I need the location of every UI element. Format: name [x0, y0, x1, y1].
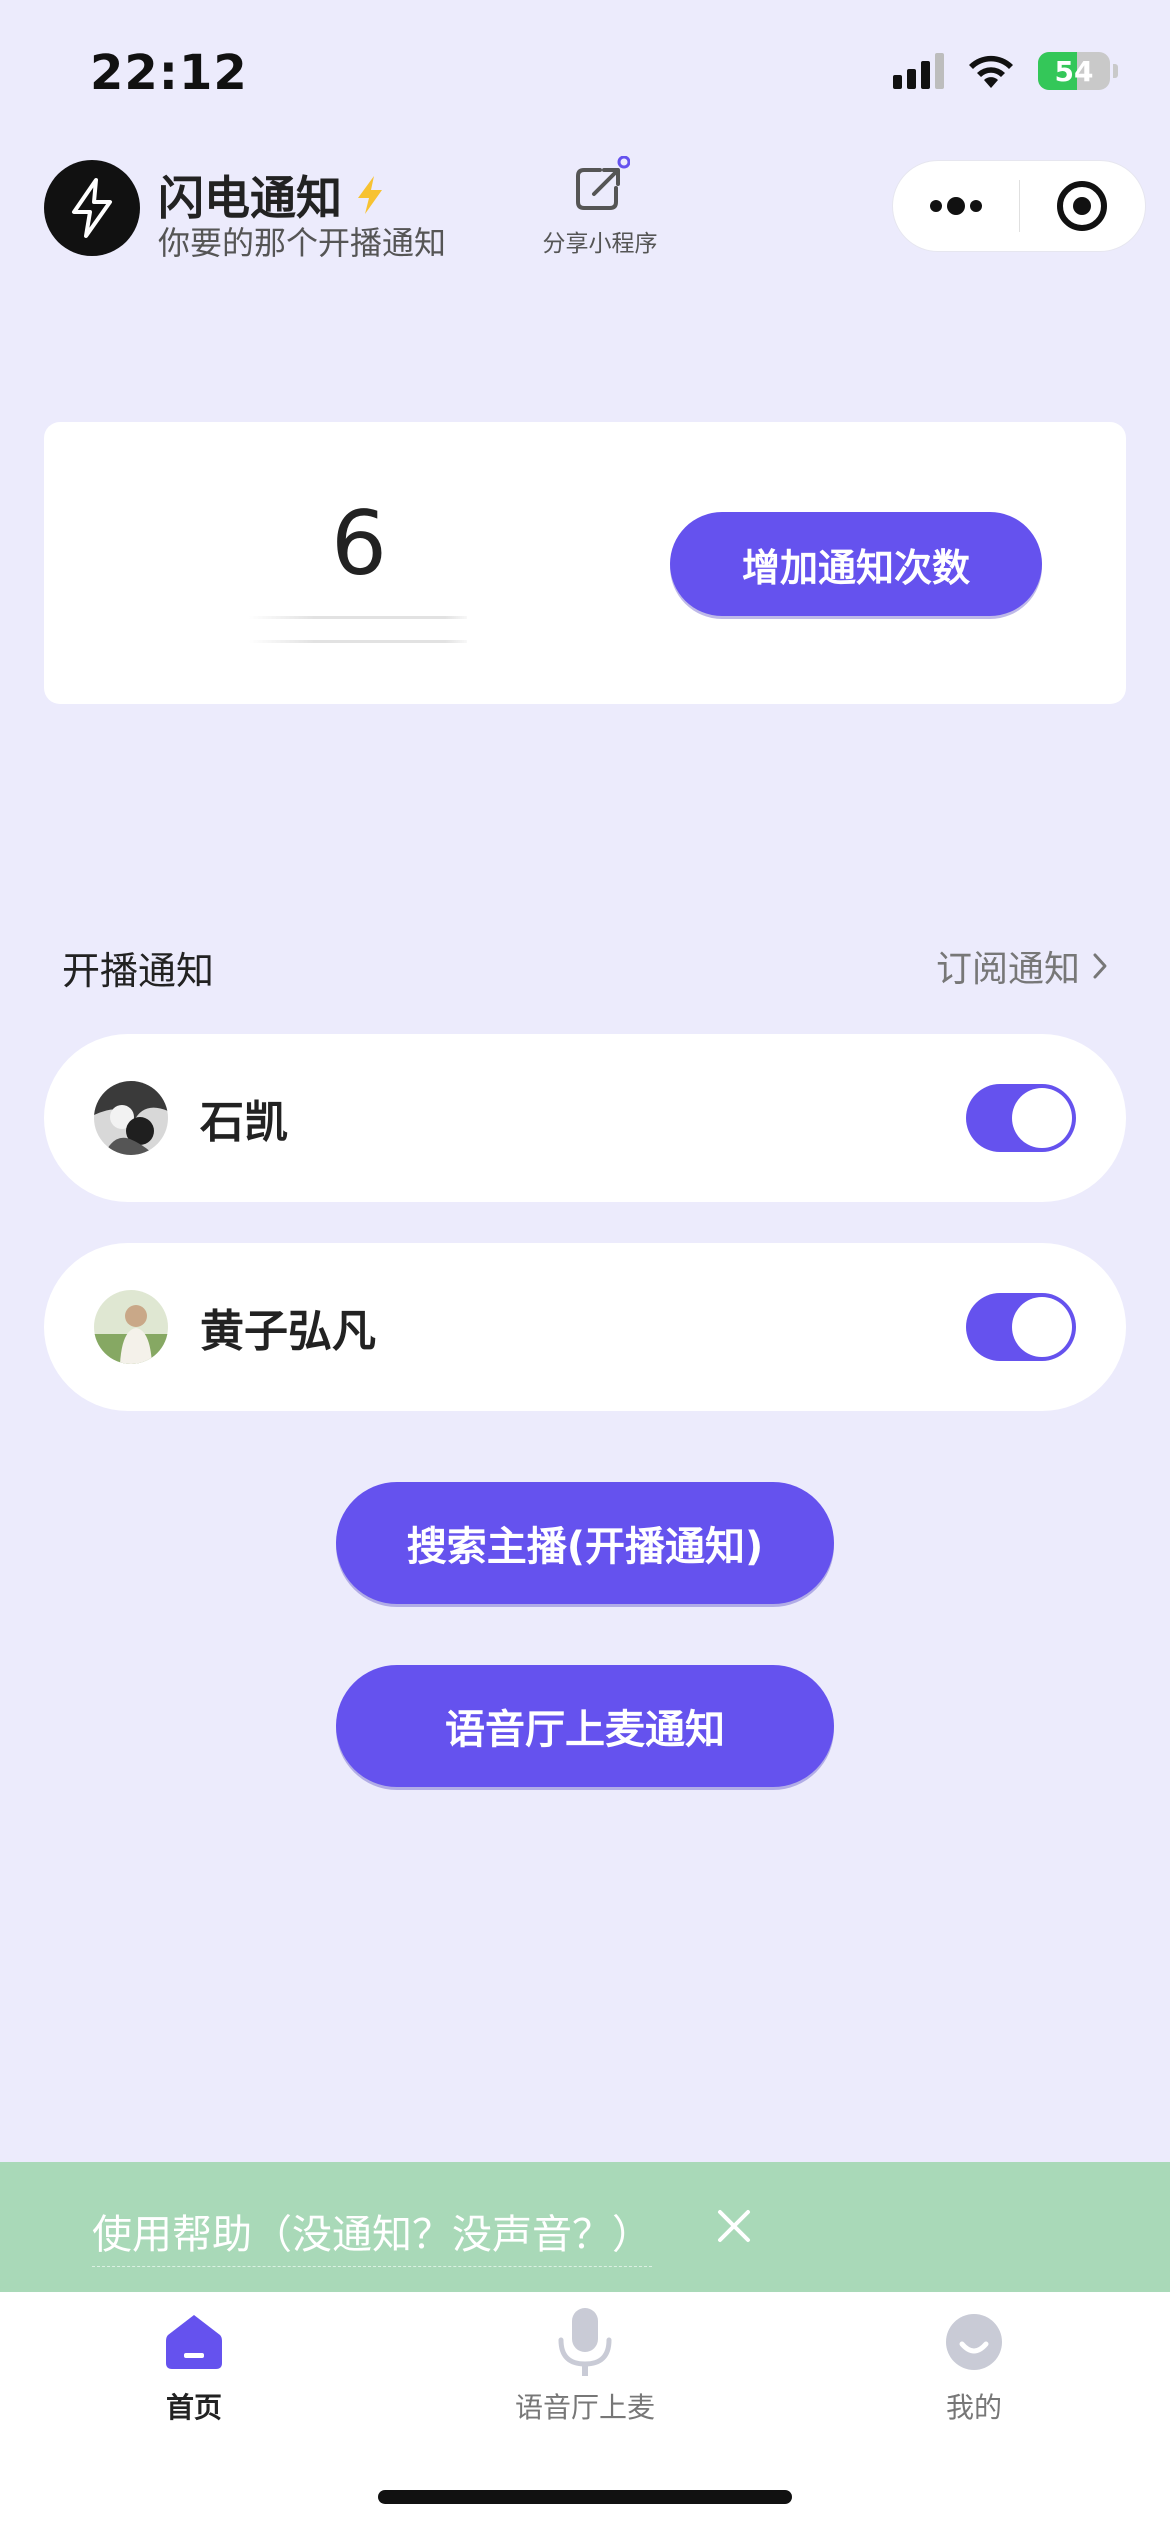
tab-label: 语音厅上麦: [514, 2391, 655, 2424]
avatar: [94, 1290, 168, 1364]
tab-mine[interactable]: 我的: [854, 2306, 1094, 2426]
close-mini-program-button[interactable]: [1020, 161, 1146, 251]
lightning-badge-icon: [358, 176, 382, 214]
tab-label: 我的: [945, 2391, 1002, 2424]
profile-icon: [934, 2306, 1014, 2378]
anchor-card: 黄子弘凡: [44, 1243, 1126, 1411]
voice-room-notify-button[interactable]: 语音厅上麦通知: [336, 1665, 834, 1787]
lightning-icon: [72, 178, 112, 238]
more-button[interactable]: [893, 161, 1019, 251]
notification-count: 6: [331, 492, 387, 595]
battery-icon: 54: [1038, 52, 1118, 90]
add-notification-count-button[interactable]: 增加通知次数: [670, 512, 1042, 616]
notification-count-card: 6 增加通知次数: [44, 422, 1126, 704]
notification-toggle[interactable]: [966, 1293, 1076, 1361]
tab-home[interactable]: 首页: [74, 2306, 314, 2426]
microphone-icon: [545, 2306, 625, 2378]
toggle-knob: [1012, 1088, 1072, 1148]
section-title: 开播通知: [62, 949, 215, 993]
mini-program-capsule: [892, 160, 1146, 252]
count-divider: [249, 616, 467, 619]
cellular-signal-icon: [893, 53, 944, 89]
share-label: 分享小程序: [542, 231, 658, 257]
chevron-right-icon: [1093, 953, 1107, 979]
home-icon: [154, 2306, 234, 2378]
app-tagline: 你要的那个开播通知: [158, 224, 447, 262]
subscribe-link-label: 订阅通知: [935, 949, 1080, 990]
avatar: [94, 1081, 168, 1155]
share-icon: [570, 155, 631, 216]
search-anchor-button[interactable]: 搜索主播(开播通知): [336, 1482, 834, 1604]
tab-label: 首页: [165, 2391, 222, 2424]
battery-percentage: 54: [1054, 54, 1094, 88]
notification-toggle[interactable]: [966, 1084, 1076, 1152]
tab-voice-room[interactable]: 语音厅上麦: [465, 2306, 705, 2426]
status-icons: 54: [893, 52, 1118, 90]
home-indicator: [378, 2490, 792, 2504]
more-icon: [929, 197, 982, 215]
app-logo: [44, 160, 140, 256]
anchor-name: 石凯: [200, 1097, 288, 1148]
anchor-name: 黄子弘凡: [200, 1306, 376, 1357]
count-divider: [249, 640, 467, 643]
close-icon[interactable]: [712, 2204, 756, 2248]
subscribe-link[interactable]: 订阅通知: [936, 940, 1108, 992]
wifi-icon: [969, 55, 1013, 88]
share-button[interactable]: 分享小程序: [530, 155, 670, 258]
toggle-knob: [1012, 1297, 1072, 1357]
status-time: 22:12: [90, 45, 248, 101]
help-link[interactable]: 使用帮助（没通知？没声音？）: [92, 2202, 652, 2267]
anchor-card: 石凯: [44, 1034, 1126, 1202]
target-icon: [1057, 181, 1108, 231]
help-bar: 使用帮助（没通知？没声音？）: [0, 2162, 1170, 2292]
screen: 22:12 54 闪电通知 你要的那个开播通知 分享小程序 6 增加通知次数 开…: [0, 0, 1170, 2532]
